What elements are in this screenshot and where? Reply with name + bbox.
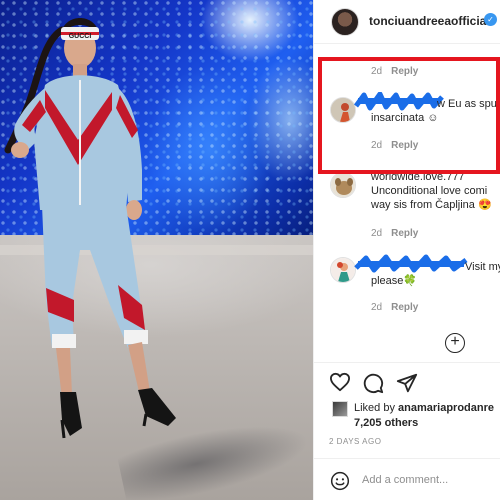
comment-time: 2d [371,228,383,239]
headband-text: GUCCI [69,33,92,40]
comment-text-line: Visit my [465,261,500,273]
add-comment-input[interactable]: Add a comment... [362,474,448,486]
comment-avatar-dog-icon[interactable] [330,172,356,198]
comment-meta: 2d Reply [371,302,418,313]
verified-badge-icon: ✓ [484,13,497,26]
post-photo[interactable]: GUCCI [0,0,313,500]
post-actions-bar [314,362,500,402]
post-header: tonciuandreeaofficial ✓ [314,0,500,44]
post-age: 2 DAYS AGO [329,437,382,446]
share-icon[interactable] [396,372,418,394]
reply-button[interactable]: Reply [391,228,418,239]
comment-icon[interactable] [362,372,384,394]
plus-circle-icon: + [450,333,460,350]
heart-icon[interactable] [329,372,351,392]
comment-time: 2d [371,302,383,313]
comment-meta: 2d Reply [371,228,418,239]
likes-count-number: 7,205 [354,417,382,429]
photo-woman-figure: GUCCI [4,18,176,439]
liked-by-user[interactable]: anamariaprodanre [398,402,494,414]
avatar-cartoon-icon [331,258,355,282]
likes-count[interactable]: 7,205 others [354,417,418,429]
comment-text-line: please🍀 [371,275,418,287]
reply-button[interactable]: Reply [391,302,418,313]
post-username[interactable]: tonciuandreeaofficial [369,14,490,28]
smile-icon[interactable] [330,471,350,491]
comment-text-line: way sis from Čapljina 😍 [371,199,492,211]
add-comment-bar: Add a comment... [314,458,500,500]
liked-by-text: Liked by anamariaprodanre [354,402,494,414]
liked-by-avatar[interactable] [332,401,348,417]
highlight-box [318,57,500,174]
profile-avatar[interactable] [331,8,359,36]
comment-avatar-cartoon-icon[interactable] [330,257,356,283]
comment-text-line: Unconditional love comi [371,185,488,197]
avatar-dog-icon [331,173,355,197]
likes-count-suffix: others [381,417,419,429]
load-more-comments-button[interactable]: + [445,333,465,353]
liked-by-prefix: Liked by [354,402,399,414]
redaction-scribble [354,254,468,273]
